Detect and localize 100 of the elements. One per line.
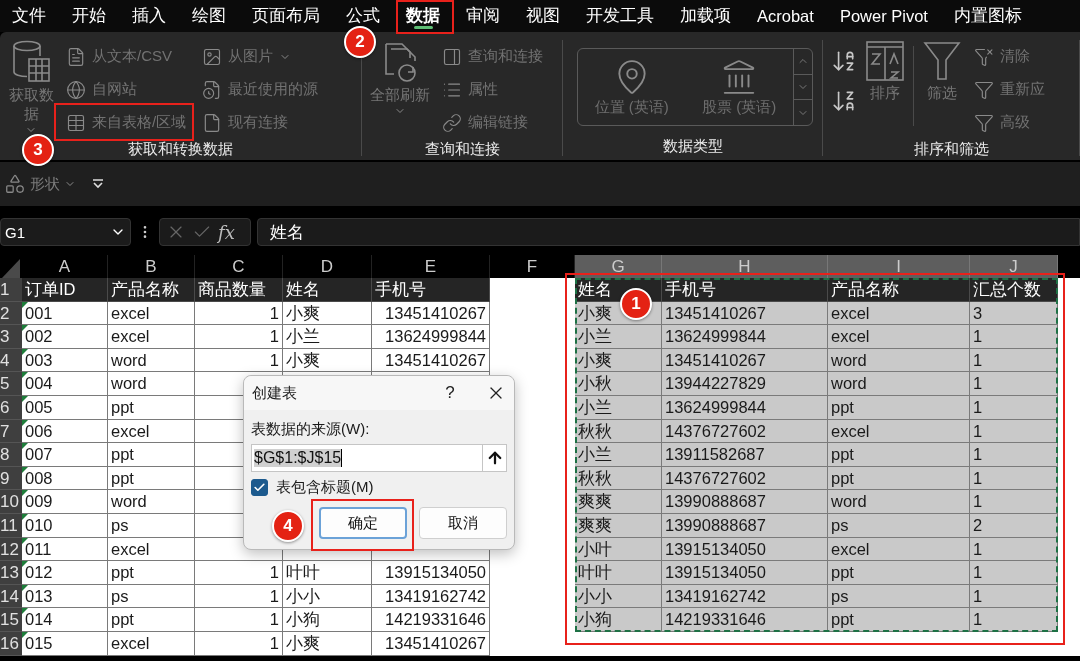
help-button[interactable]: ? <box>436 382 464 404</box>
header-cell: 姓名 <box>283 278 372 302</box>
row-number[interactable]: 16 <box>0 631 22 656</box>
table-icon <box>66 112 86 133</box>
table-cell: 007 <box>22 443 108 467</box>
table-cell: 1 <box>195 608 283 632</box>
row-number[interactable]: 3 <box>0 325 22 349</box>
table-cell: 13451410267 <box>372 348 490 373</box>
table-cell: ppt <box>828 608 970 632</box>
menu-tab[interactable]: 插入 <box>130 4 168 28</box>
menu-tab[interactable]: 内置图标 <box>951 4 1024 28</box>
dialog-title: 创建表 <box>252 383 298 403</box>
insert-function-button[interactable]: fx <box>218 221 235 243</box>
table-cell: ppt <box>108 608 195 632</box>
menu-tab[interactable]: 开始 <box>70 4 108 28</box>
row-number[interactable]: 5 <box>0 372 22 396</box>
row-number[interactable]: 10 <box>0 490 22 514</box>
menu-tab[interactable]: 开发工具 <box>584 4 656 28</box>
check-icon <box>253 481 266 494</box>
table-cell: 006 <box>22 419 108 444</box>
customize-icon <box>92 179 104 189</box>
table-cell: 13451410267 <box>372 631 490 656</box>
table-cell: 1 <box>195 631 283 656</box>
row-number[interactable]: 11 <box>0 513 22 538</box>
table-cell: 011 <box>22 537 108 562</box>
table-cell: word <box>108 372 195 396</box>
table-cell: 1 <box>970 490 1058 514</box>
column-header[interactable]: H <box>662 255 828 278</box>
row-number[interactable]: 7 <box>0 419 22 444</box>
table-cell: 小狗 <box>575 608 662 632</box>
header-cell: 产品名称 <box>108 278 195 302</box>
menu-tab[interactable]: 文件 <box>10 4 48 28</box>
table-cell: 1 <box>970 466 1058 491</box>
image-icon <box>202 46 223 67</box>
table-cell: 008 <box>22 466 108 491</box>
checkbox[interactable] <box>251 479 268 496</box>
menu-tab[interactable]: 公式 <box>344 4 382 28</box>
funnel-x-icon <box>974 46 994 67</box>
row-number[interactable]: 1 <box>0 278 22 302</box>
customize-button[interactable] <box>92 179 104 189</box>
header-cell: 汇总个数 <box>970 278 1058 302</box>
table-cell: 秋秋 <box>575 466 662 491</box>
table-cell: ppt <box>108 395 195 420</box>
table-cell: 13944227829 <box>662 372 828 396</box>
table-cell: 13624999844 <box>372 325 490 349</box>
table-cell: excel <box>108 301 195 326</box>
table-cell: excel <box>828 537 970 562</box>
database-table-icon <box>11 40 51 84</box>
table-cell: 13419162742 <box>372 584 490 609</box>
table-cell: 14376727602 <box>662 466 828 491</box>
table-cell: excel <box>108 537 195 562</box>
menu-tab[interactable]: Acrobat <box>755 4 816 28</box>
table-cell: 小爽 <box>283 631 372 656</box>
row-number[interactable]: 4 <box>0 348 22 373</box>
row-number[interactable]: 14 <box>0 584 22 609</box>
menu-tab[interactable]: 加载项 <box>678 4 733 28</box>
menu-tab[interactable]: 审阅 <box>464 4 502 28</box>
name-box[interactable]: G1 <box>0 218 131 246</box>
column-header[interactable]: G <box>575 255 662 278</box>
table-cell: 小小 <box>283 584 372 609</box>
dialog-button[interactable]: 确定 <box>319 507 407 539</box>
dialog-button[interactable]: 取消 <box>419 507 507 539</box>
table-cell: word <box>828 372 970 396</box>
table-cell: 小兰 <box>575 443 662 467</box>
table-cell: 14376727602 <box>662 419 828 444</box>
menu-tab[interactable]: 数据 <box>404 4 442 28</box>
highlight-frame <box>396 0 454 34</box>
table-cell: 叶叶 <box>283 561 372 585</box>
menu-tab[interactable]: Power Pivot <box>837 4 930 28</box>
row-number[interactable]: 8 <box>0 443 22 467</box>
table-cell: 1 <box>970 395 1058 420</box>
table-cell: 3 <box>970 301 1058 326</box>
table-cell: 012 <box>22 561 108 585</box>
step-badge: 3 <box>22 134 54 166</box>
row-number[interactable]: 12 <box>0 537 22 562</box>
menu-tab[interactable]: 视图 <box>524 4 562 28</box>
menu-tab[interactable]: 绘图 <box>190 4 228 28</box>
table-cell: 1 <box>970 608 1058 632</box>
row-number[interactable]: 15 <box>0 608 22 632</box>
column-header[interactable]: I <box>828 255 970 278</box>
header-cell: 商品数量 <box>195 278 283 302</box>
formula-input[interactable]: 姓名 <box>257 218 1080 246</box>
row-number[interactable]: 2 <box>0 301 22 326</box>
table-cell: 13915134050 <box>662 561 828 585</box>
table-cell: ppt <box>108 561 195 585</box>
column-header[interactable]: J <box>970 255 1058 278</box>
table-cell: 小爽 <box>283 348 372 373</box>
menu-tab[interactable]: 页面布局 <box>250 4 322 28</box>
row-number[interactable]: 13 <box>0 561 22 585</box>
table-cell: 005 <box>22 395 108 420</box>
row-number[interactable]: 6 <box>0 395 22 420</box>
table-cell: ppt <box>108 466 195 491</box>
range-input[interactable]: $G$1:$J$15 <box>251 444 483 472</box>
table-cell: 小爽 <box>283 301 372 326</box>
row-number[interactable]: 9 <box>0 466 22 491</box>
table-cell: 秋秋 <box>575 419 662 444</box>
table-cell: 010 <box>22 513 108 538</box>
table-cell: excel <box>108 419 195 444</box>
collapse-button[interactable] <box>483 444 507 472</box>
table-cell: 14219331646 <box>372 608 490 632</box>
